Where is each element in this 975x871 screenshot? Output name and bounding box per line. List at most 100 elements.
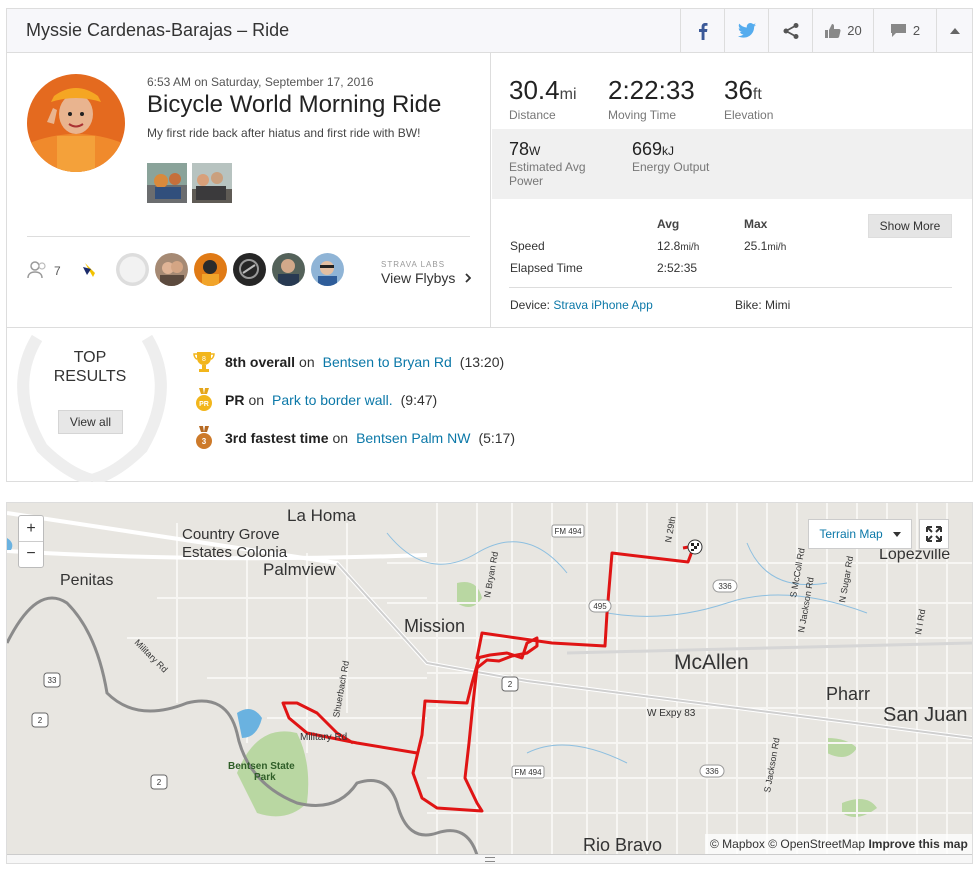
elapsed-label: Elapsed Time	[510, 261, 583, 275]
svg-text:2: 2	[38, 716, 43, 725]
svg-text:Country Grove: Country Grove	[182, 526, 280, 543]
athlete-avatar[interactable]	[27, 74, 125, 172]
map-resize-handle[interactable]	[7, 854, 972, 863]
activity-header: Myssie Cardenas-Barajas – Ride 20 2	[7, 9, 972, 53]
athlete-avatar[interactable]	[194, 253, 227, 286]
activity-stats: 30.4mi Distance 2:22:33 Moving Time 36ft…	[492, 53, 972, 327]
speed-label: Speed	[510, 239, 545, 253]
svg-text:495: 495	[593, 602, 607, 611]
svg-text:Palmview: Palmview	[263, 560, 336, 579]
secondary-stats: 78W Estimated Avg Power 669kJ Energy Out…	[492, 129, 972, 199]
svg-text:La Homa: La Homa	[287, 506, 357, 525]
chevron-up-icon	[949, 27, 960, 34]
comment-button[interactable]: 2	[873, 9, 936, 52]
show-more-button[interactable]: Show More	[868, 214, 952, 238]
view-flybys-label: View Flybys	[381, 270, 456, 286]
top-results: TOP RESULTS View all 8 8th overall on Bent…	[7, 327, 972, 482]
fullscreen-button[interactable]	[919, 519, 949, 549]
finish-flag-icon	[687, 539, 703, 555]
svg-text:336: 336	[705, 767, 719, 776]
page-title: Myssie Cardenas-Barajas – Ride	[26, 20, 290, 40]
svg-text:Mission: Mission	[404, 616, 465, 636]
svg-text:2: 2	[157, 778, 162, 787]
collapse-button[interactable]	[936, 9, 972, 52]
athlete-avatar[interactable]	[155, 253, 188, 286]
map-panel: FM 494 FM 494 336 336 495 2 2 2 33 La Ho…	[6, 502, 973, 864]
zoom-out-button[interactable]: −	[19, 541, 43, 566]
map-type-dropdown[interactable]: Terrain Map	[808, 519, 912, 549]
segment-link[interactable]: Park to border wall.	[272, 392, 393, 408]
stat-distance: 30.4mi Distance	[509, 75, 577, 122]
kudos-people-count[interactable]: 7	[54, 264, 61, 278]
activity-photo[interactable]	[147, 163, 187, 203]
device-link[interactable]: Strava iPhone App	[553, 298, 652, 312]
activity-panel: Myssie Cardenas-Barajas – Ride 20 2 6:53…	[6, 8, 973, 482]
facebook-share-button[interactable]	[680, 9, 724, 52]
caret-down-icon	[892, 531, 901, 537]
activity-summary: 6:53 AM on Saturday, September 17, 2016 …	[7, 53, 491, 327]
avg-header: Avg	[657, 217, 680, 231]
svg-text:8: 8	[202, 356, 206, 363]
kudos-button[interactable]: 20	[812, 9, 873, 52]
svg-text:Estates Colonia: Estates Colonia	[182, 544, 288, 561]
zoom-control: + −	[18, 515, 44, 568]
elapsed-avg: 2:52:35	[657, 261, 698, 275]
divider	[27, 236, 470, 237]
svg-text:3: 3	[202, 437, 207, 446]
chevron-right-icon	[465, 273, 472, 283]
mapbox-link[interactable]: © Mapbox	[710, 837, 765, 851]
facebook-icon	[698, 22, 707, 40]
svg-text:Pharr: Pharr	[826, 684, 870, 704]
result-row: 3 3rd fastest time on Bentsen Palm NW (5:17…	[193, 426, 515, 450]
stat-energy: 669kJ Energy Output	[632, 139, 710, 174]
svg-text:Penitas: Penitas	[60, 572, 113, 589]
divider	[509, 287, 952, 288]
svg-text:Military Rd: Military Rd	[300, 732, 347, 743]
svg-text:Bentsen State: Bentsen State	[228, 761, 295, 772]
activity-date: 6:53 AM on Saturday, September 17, 2016	[147, 75, 374, 89]
share-button[interactable]	[768, 9, 812, 52]
result-row: 8 8th overall on Bentsen to Bryan Rd (13:20…	[193, 350, 504, 374]
expand-icon	[926, 526, 942, 542]
svg-text:336: 336	[718, 582, 732, 591]
result-row: PR PR on Park to border wall. (9:47)	[193, 388, 437, 412]
stat-power: 78W Estimated Avg Power	[509, 139, 586, 188]
medal-icon: PR	[196, 388, 212, 411]
comment-count: 2	[912, 23, 921, 38]
svg-text:33: 33	[48, 676, 57, 685]
zoom-in-button[interactable]: +	[19, 516, 43, 541]
comment-icon	[890, 24, 906, 37]
route-map[interactable]: FM 494 FM 494 336 336 495 2 2 2 33 La Ho…	[7, 503, 972, 855]
svg-text:FM 494: FM 494	[514, 768, 542, 777]
athlete-avatar[interactable]	[116, 253, 149, 286]
segment-link[interactable]: Bentsen Palm NW	[356, 430, 470, 446]
activity-title: Bicycle World Morning Ride	[147, 91, 442, 118]
trophy-icon: 8	[193, 352, 215, 372]
view-all-button[interactable]: View all	[58, 410, 123, 434]
speed-max: 25.1mi/h	[744, 239, 787, 253]
svg-text:W Expy 83: W Expy 83	[647, 708, 696, 719]
grip-icon	[485, 857, 495, 862]
thumbs-up-icon	[825, 23, 841, 38]
osm-link[interactable]: © OpenStreetMap	[768, 837, 865, 851]
twitter-share-button[interactable]	[724, 9, 768, 52]
view-flybys-link[interactable]: View Flybys	[381, 270, 472, 286]
athlete-avatar[interactable]	[233, 253, 266, 286]
svg-text:Rio Bravo: Rio Bravo	[583, 835, 662, 855]
kudos-givers-icon	[27, 261, 46, 279]
activity-description: My first ride back after hiatus and firs…	[147, 126, 421, 140]
speed-avg: 12.8mi/h	[657, 239, 700, 253]
kudos-count: 20	[847, 23, 862, 38]
segment-link[interactable]: Bentsen to Bryan Rd	[323, 354, 452, 370]
svg-text:Park: Park	[254, 772, 276, 783]
athlete-avatar[interactable]	[311, 253, 344, 286]
improve-map-link[interactable]: Improve this map	[868, 837, 967, 851]
svg-text:2: 2	[508, 680, 513, 689]
bike-info: Bike: Mimi	[735, 298, 791, 312]
svg-text:PR: PR	[199, 401, 209, 408]
athlete-avatar[interactable]	[272, 253, 305, 286]
device-info: Device: Strava iPhone App	[510, 298, 653, 312]
athlete-avatar[interactable]	[77, 253, 110, 286]
activity-photo[interactable]	[192, 163, 232, 203]
svg-text:San Juan: San Juan	[883, 704, 968, 726]
